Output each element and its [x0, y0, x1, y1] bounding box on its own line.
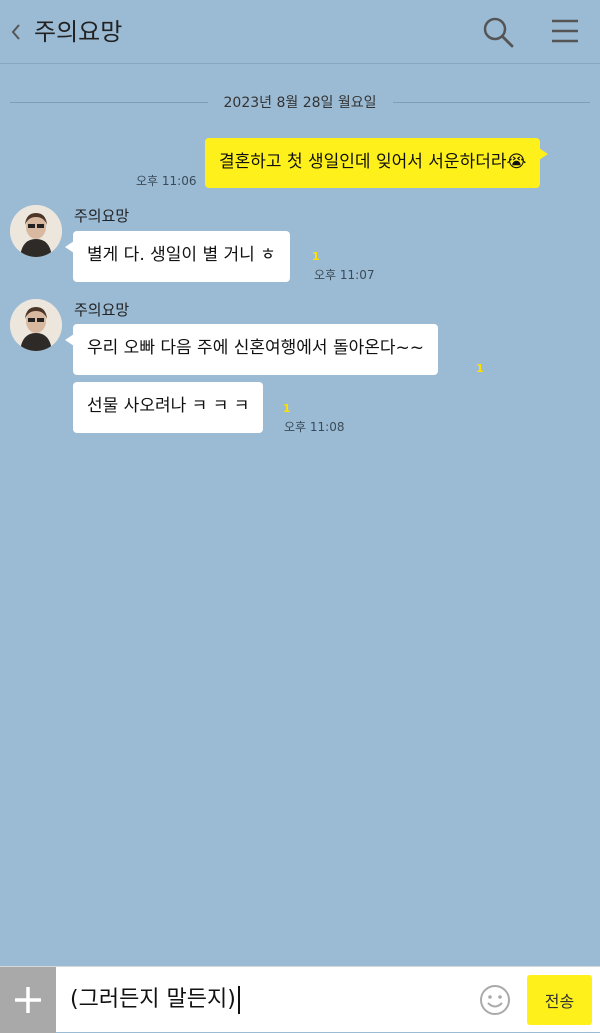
message-time: 오후 11:08	[284, 420, 345, 434]
message-input-bar: (그러든지 말든지) 전송	[0, 966, 600, 1033]
message-text: 우리 오빠 다음 주에 신혼여행에서 돌아온다~~	[87, 338, 425, 358]
message-time: 오후 11:06	[136, 174, 197, 188]
send-button[interactable]: 전송	[527, 975, 592, 1025]
unread-count: 1	[283, 402, 291, 415]
emoticon-icon[interactable]	[478, 983, 512, 1017]
other-message-bubble[interactable]: 선물 사오려나 ㅋ ㅋ ㅋ	[73, 382, 264, 433]
divider-line-left	[10, 101, 208, 103]
message-input[interactable]: (그러든지 말든지)	[70, 983, 240, 1017]
crying-emoji: 😭	[506, 152, 527, 172]
unread-count: 1	[312, 250, 320, 263]
message-text: 별게 다. 생일이 별 거니 ㅎ	[87, 245, 276, 265]
divider-line-right	[392, 101, 591, 103]
chat-title: 주의요망	[34, 18, 123, 46]
sender-name: 주의요망	[74, 301, 130, 319]
sender-name: 주의요망	[74, 207, 130, 225]
message-time: 오후 11:07	[314, 268, 375, 282]
message-input-value: (그러든지 말든지)	[70, 987, 236, 1012]
avatar[interactable]	[10, 205, 62, 257]
avatar[interactable]	[10, 299, 62, 351]
unread-count: 1	[476, 362, 484, 375]
message-text: 결혼하고 첫 생일인데 잊어서 서운하더라	[219, 152, 507, 172]
date-text: 2023년 8월 28일 월요일	[223, 95, 377, 111]
date-divider: 2023년 8월 28일 월요일	[10, 88, 591, 116]
other-message-bubble[interactable]: 별게 다. 생일이 별 거니 ㅎ	[65, 231, 290, 282]
other-message-bubble[interactable]: 우리 오빠 다음 주에 신혼여행에서 돌아온다~~	[64, 324, 439, 375]
my-message-bubble[interactable]: 결혼하고 첫 생일인데 잊어서 서운하더라😭	[205, 138, 549, 188]
hamburger-menu-icon[interactable]	[550, 16, 582, 48]
chat-header: 주의요망	[0, 0, 600, 64]
message-text: 선물 사오려나 ㅋ ㅋ ㅋ	[87, 396, 250, 416]
search-icon[interactable]	[482, 16, 514, 48]
chevron-left-icon[interactable]	[8, 20, 24, 44]
plus-icon[interactable]	[0, 967, 56, 1033]
text-caret	[237, 986, 240, 1014]
